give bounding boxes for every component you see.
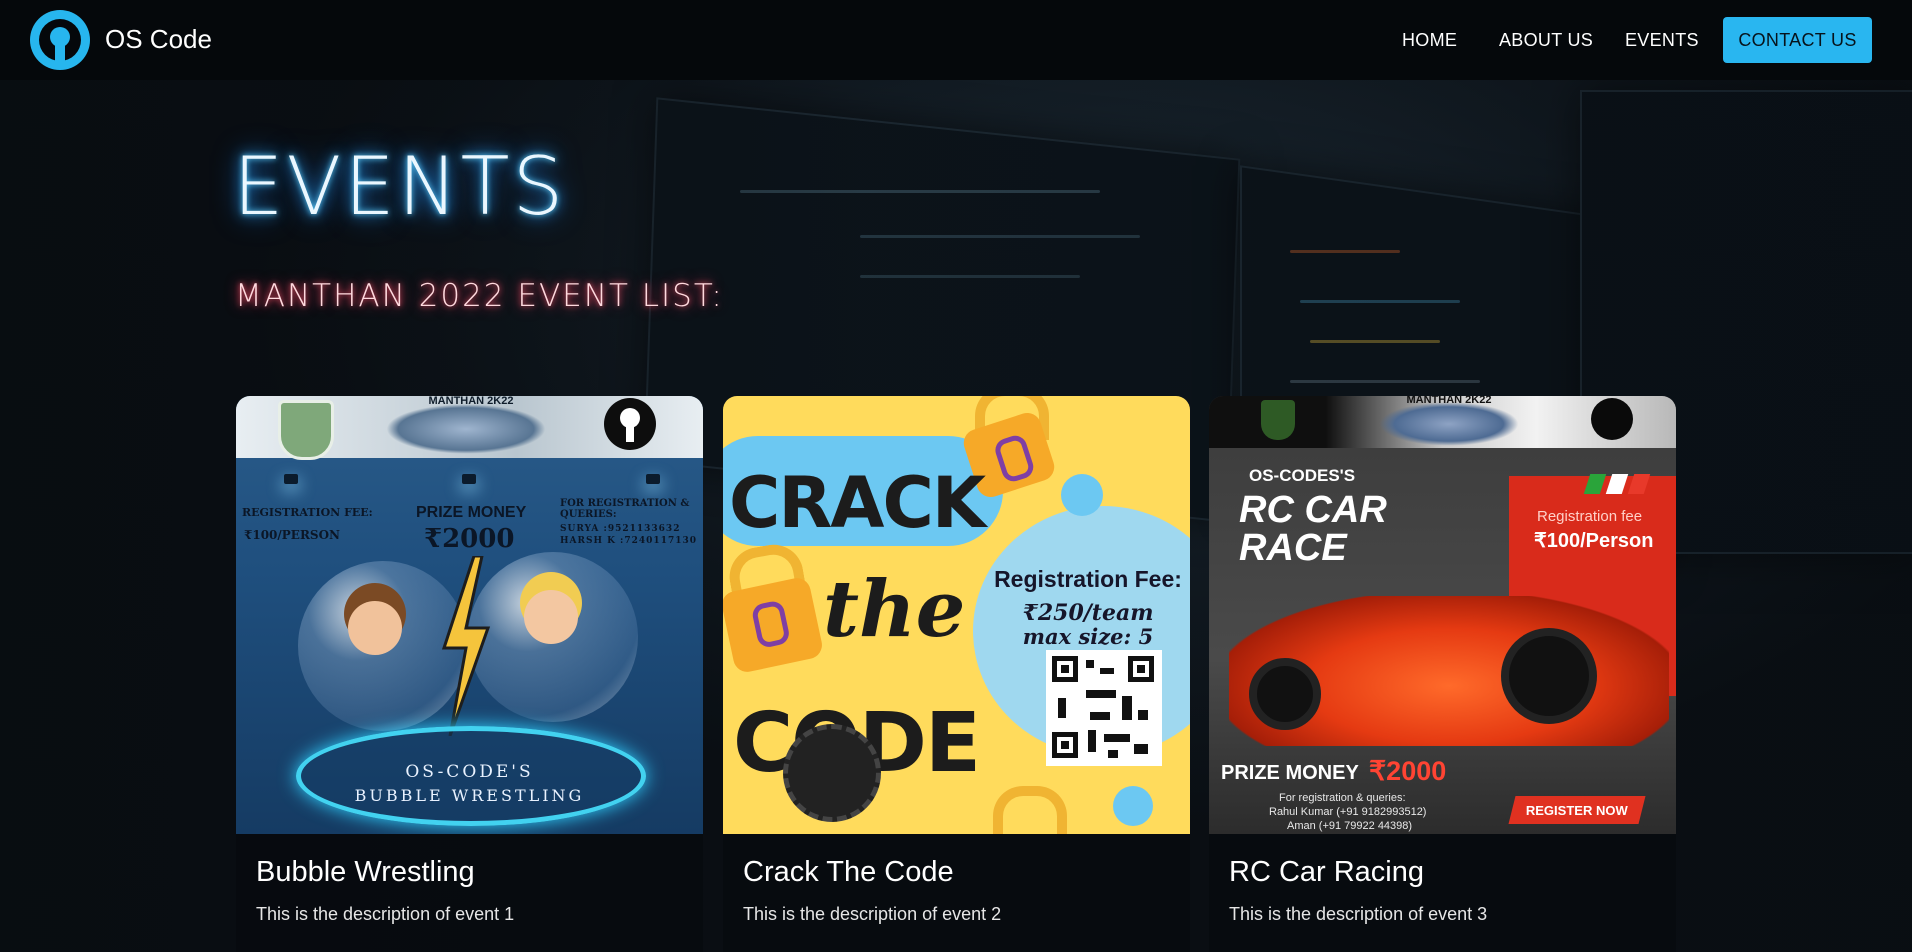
padlock-icon [723,575,825,675]
event-card[interactable]: MANTHAN 2K22 REGISTRATION FEE: ₹100/PERS… [236,396,703,952]
poster-queries-label: FOR REGISTRATION & QUERIES: [560,498,690,520]
contact-us-button[interactable]: CONTACT US [1723,17,1872,63]
poster-header: MANTHAN 2K22 [1406,396,1492,406]
wings-emblem-icon [386,404,546,454]
poster-title-line-1: RC CAR [1239,489,1387,531]
poster-contact-1: SURYA :9521133632 [560,524,681,534]
wheel-icon [1501,628,1597,724]
logo-icon[interactable] [30,10,90,70]
brand-name[interactable]: OS Code [105,24,212,55]
combination-dial-icon [783,724,881,822]
event-poster-bubble-wrestling[interactable]: MANTHAN 2K22 REGISTRATION FEE: ₹100/PERS… [236,396,703,834]
event-poster-rc-car-racing[interactable]: MANTHAN 2K22 OS-CODES'S RC CAR RACE Regi… [1209,396,1676,834]
poster-registration-label: REGISTRATION FEE: [242,506,373,519]
poster-fee-value: ₹250/team [1022,600,1154,626]
poster-header: MANTHAN 2K22 [428,396,514,407]
poster-queries-label: For registration & queries: [1279,792,1406,804]
event-title[interactable]: RC Car Racing [1229,856,1424,889]
college-crest-icon [278,400,334,460]
poster-contact-2: HARSH K :7240117130 [560,536,698,546]
event-description: This is the description of event 2 [743,904,1002,924]
event-poster-crack-the-code[interactable]: CRACK the CODE Registration Fee: ₹250/te… [723,396,1190,834]
poster-register-now-label: REGISTER NOW [1526,802,1628,818]
event-description: This is the description of event 1 [256,904,515,924]
navbar: OS Code HOME ABOUT US EVENTS CONTACT US [0,0,1912,80]
poster-team-size: max size: 5 [1022,624,1154,649]
poster-prize-value: ₹2000 [424,524,515,554]
nav-link-home[interactable]: HOME [1402,30,1457,51]
poster-fee-value: ₹100/Person [1534,530,1654,552]
wings-emblem-icon [1379,402,1519,446]
poster-registration-value: ₹100/PERSON [244,528,341,542]
lightning-bolt-icon [441,556,491,736]
college-crest-icon [1261,400,1295,440]
qr-code-icon[interactable] [1046,650,1162,766]
poster-fee-label: Registration fee [1537,508,1643,525]
poster-word-crack: CRACK [729,462,986,544]
page-title: EVENTS [233,140,567,233]
event-title[interactable]: Crack The Code [743,856,954,889]
event-title[interactable]: Bubble Wrestling [256,856,475,889]
poster-fee-label: Registration Fee: [994,566,1182,592]
poster-contact-2: Aman (+91 79922 44398) [1287,820,1413,832]
poster-prize-label: PRIZE MONEY [416,504,527,521]
os-code-logo-icon [604,398,656,450]
event-description: This is the description of event 3 [1229,904,1488,924]
page-subtitle: MANTHAN 2022 EVENT LIST: [235,278,724,314]
poster-brand: OS-CODE'S [405,762,534,782]
nav-link-events[interactable]: EVENTS [1625,30,1699,51]
poster-prize-label: PRIZE MONEY [1221,762,1359,784]
poster-prize-value: ₹2000 [1369,756,1447,786]
event-card[interactable]: MANTHAN 2K22 OS-CODES'S RC CAR RACE Regi… [1209,396,1676,952]
poster-register-now-button[interactable]: REGISTER NOW [1508,796,1646,824]
poster-title-line-2: RACE [1239,527,1347,569]
poster-word-the: the [823,564,966,655]
os-code-logo-icon [1591,398,1633,440]
wheel-icon [1249,658,1321,730]
poster-brand: OS-CODES'S [1249,466,1356,485]
nav-link-about-us[interactable]: ABOUT US [1499,30,1593,51]
poster-contact-1: Rahul Kumar (+91 9182993512) [1269,806,1427,818]
event-card[interactable]: CRACK the CODE Registration Fee: ₹250/te… [723,396,1190,952]
poster-event-name: BUBBLE WRESTLING [354,786,585,805]
